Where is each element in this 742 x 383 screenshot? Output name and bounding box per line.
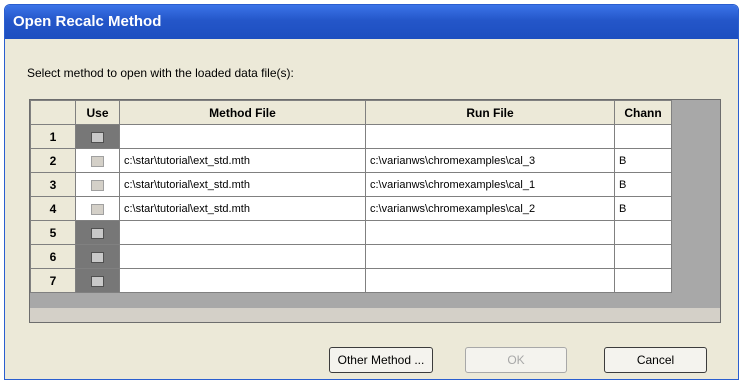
column-header-run-file[interactable]: Run File — [365, 100, 615, 125]
use-cell[interactable] — [75, 124, 120, 149]
use-checkbox[interactable] — [91, 155, 104, 167]
run-file-cell[interactable] — [365, 124, 615, 149]
use-cell[interactable] — [75, 148, 120, 173]
channel-cell[interactable]: B — [614, 196, 672, 221]
channel-cell[interactable] — [614, 244, 672, 269]
table-row[interactable]: 5 — [30, 220, 672, 245]
run-file-cell[interactable] — [365, 244, 615, 269]
channel-cell[interactable] — [614, 220, 672, 245]
use-checkbox[interactable] — [91, 203, 104, 215]
table-row[interactable]: 7 — [30, 268, 672, 293]
ok-button[interactable]: OK — [465, 347, 567, 373]
instruction-label: Select method to open with the loaded da… — [27, 66, 294, 80]
table-row[interactable]: 1 — [30, 124, 672, 149]
use-cell[interactable] — [75, 196, 120, 221]
row-number[interactable]: 2 — [30, 148, 76, 173]
row-number[interactable]: 4 — [30, 196, 76, 221]
row-number[interactable]: 5 — [30, 220, 76, 245]
table-row[interactable]: 2 c:\star\tutorial\ext_std.mth c:\varianws… — [30, 148, 672, 173]
row-number[interactable]: 7 — [30, 268, 76, 293]
method-table: Use Method File Run File Chann 1 2 c:\star… — [30, 100, 672, 293]
table-row[interactable]: 4 c:\star\tutorial\ext_std.mth c:\varianws… — [30, 196, 672, 221]
row-number[interactable]: 1 — [30, 124, 76, 149]
method-file-cell[interactable]: c:\star\tutorial\ext_std.mth — [119, 196, 366, 221]
method-file-cell[interactable]: c:\star\tutorial\ext_std.mth — [119, 148, 366, 173]
channel-cell[interactable]: B — [614, 148, 672, 173]
channel-cell[interactable] — [614, 268, 672, 293]
dialog-window: Open Recalc Method Select method to open… — [4, 4, 739, 380]
run-file-cell[interactable]: c:\varianws\chromexamples\cal_2 — [365, 196, 615, 221]
column-header-channel[interactable]: Chann — [614, 100, 672, 125]
use-cell[interactable] — [75, 244, 120, 269]
method-file-cell[interactable] — [119, 268, 366, 293]
use-checkbox[interactable] — [91, 179, 104, 191]
use-cell[interactable] — [75, 172, 120, 197]
title-bar[interactable]: Open Recalc Method — [5, 5, 738, 39]
method-file-cell[interactable] — [119, 124, 366, 149]
row-number[interactable]: 3 — [30, 172, 76, 197]
method-file-cell[interactable]: c:\star\tutorial\ext_std.mth — [119, 172, 366, 197]
column-header-method-file[interactable]: Method File — [119, 100, 366, 125]
method-file-cell[interactable] — [119, 220, 366, 245]
run-file-cell[interactable] — [365, 268, 615, 293]
column-header-use[interactable]: Use — [75, 100, 120, 125]
use-checkbox[interactable] — [91, 131, 104, 143]
use-cell[interactable] — [75, 268, 120, 293]
other-method-button[interactable]: Other Method ... — [329, 347, 433, 373]
run-file-cell[interactable]: c:\varianws\chromexamples\cal_1 — [365, 172, 615, 197]
table-row[interactable]: 6 — [30, 244, 672, 269]
method-grid[interactable]: Use Method File Run File Chann 1 2 c:\star… — [29, 99, 721, 323]
corner-header — [30, 100, 76, 125]
use-cell[interactable] — [75, 220, 120, 245]
method-file-cell[interactable] — [119, 244, 366, 269]
channel-cell[interactable] — [614, 124, 672, 149]
use-checkbox[interactable] — [91, 227, 104, 239]
table-row[interactable]: 3 c:\star\tutorial\ext_std.mth c:\varianws… — [30, 172, 672, 197]
cancel-button[interactable]: Cancel — [604, 347, 707, 373]
run-file-cell[interactable] — [365, 220, 615, 245]
grid-horizontal-scrollbar[interactable] — [30, 308, 720, 322]
row-number[interactable]: 6 — [30, 244, 76, 269]
header-row: Use Method File Run File Chann — [30, 100, 672, 125]
channel-cell[interactable]: B — [614, 172, 672, 197]
use-checkbox[interactable] — [91, 275, 104, 287]
run-file-cell[interactable]: c:\varianws\chromexamples\cal_3 — [365, 148, 615, 173]
use-checkbox[interactable] — [91, 251, 104, 263]
